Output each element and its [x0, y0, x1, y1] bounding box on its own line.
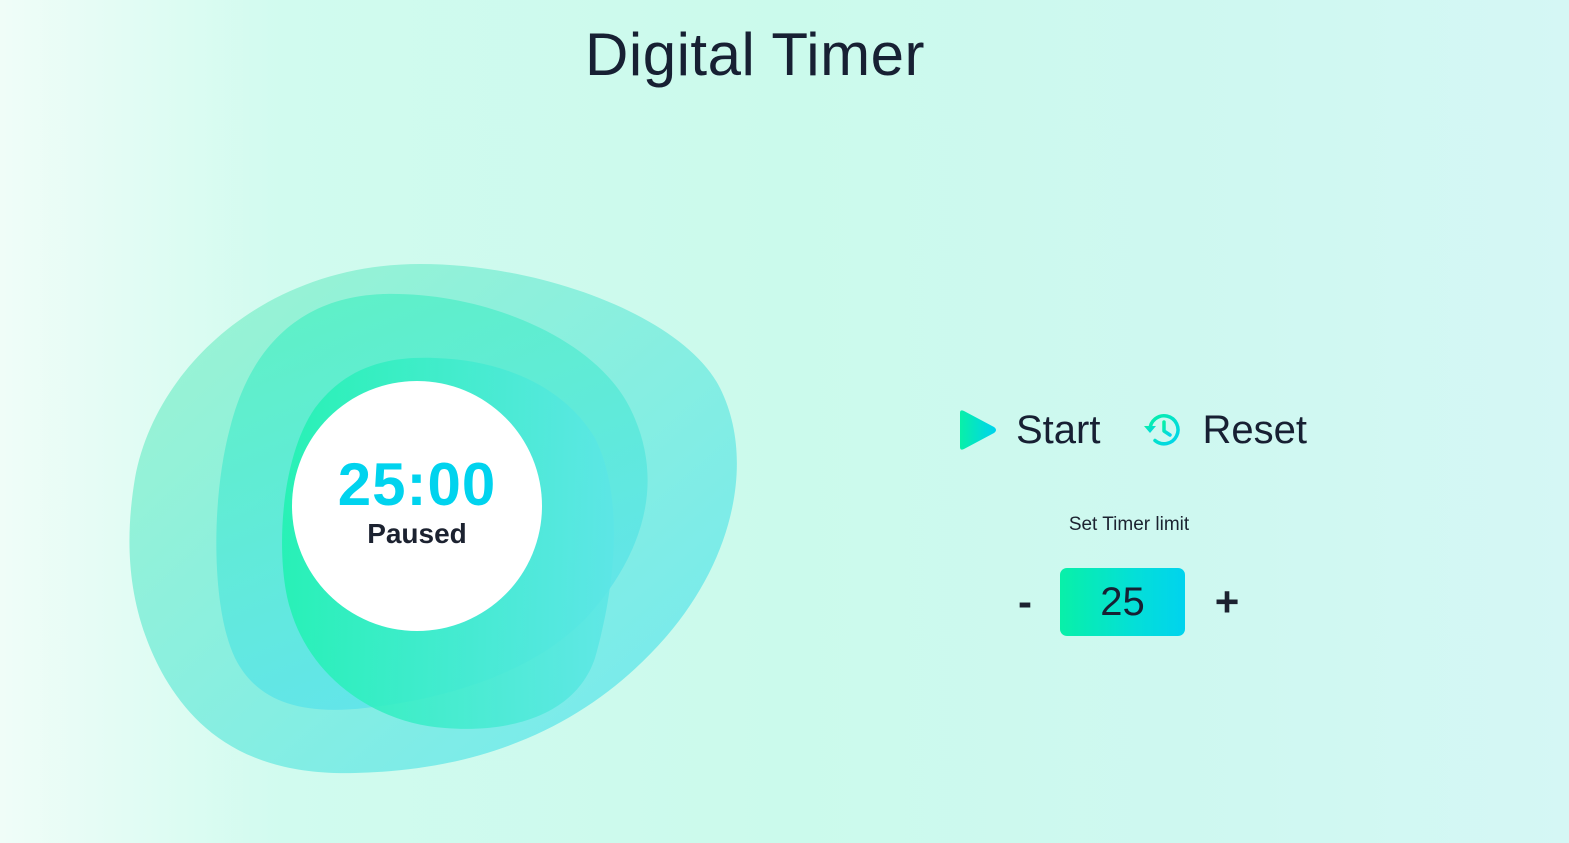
timer-status: Paused	[367, 518, 467, 549]
decrement-button[interactable]: -	[1005, 577, 1045, 627]
reset-clock-icon	[1142, 409, 1184, 451]
reset-label: Reset	[1202, 408, 1307, 452]
timer-time: 25:00	[337, 451, 497, 518]
timer-limit-stepper: - 25 +	[1005, 568, 1247, 636]
reset-button[interactable]: Reset	[1142, 405, 1307, 455]
page-title: Digital Timer	[585, 21, 925, 88]
timer-display: 25:00 Paused	[292, 381, 542, 631]
timer-controls: Start Reset	[956, 405, 1307, 455]
timer-limit-label: Set Timer limit	[1068, 514, 1190, 535]
start-label: Start	[1016, 408, 1101, 452]
start-button[interactable]: Start	[956, 405, 1100, 455]
play-icon	[956, 407, 998, 453]
timer-limit-value: 25	[1060, 568, 1185, 636]
increment-button[interactable]: +	[1207, 577, 1247, 627]
